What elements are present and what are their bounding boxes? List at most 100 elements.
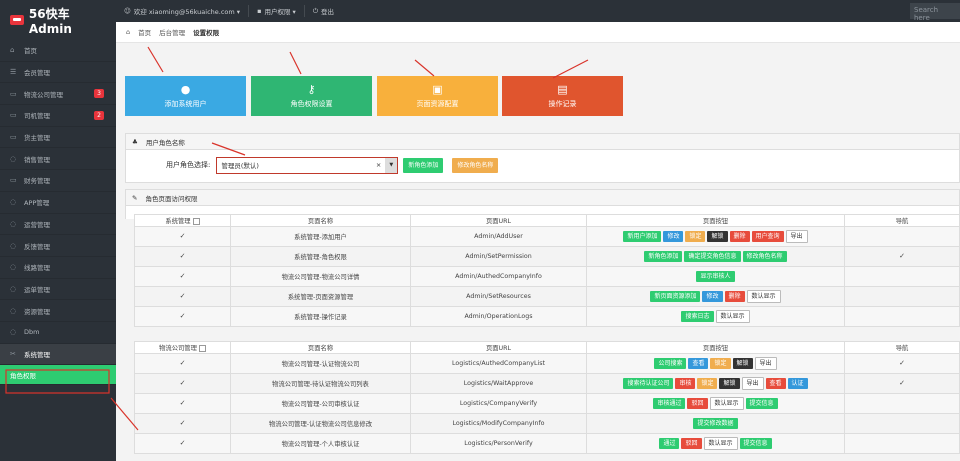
permission-button[interactable]: 驳回 — [687, 398, 708, 409]
checked-checkbox[interactable]: ✓ — [180, 233, 186, 240]
home-icon: ⌂ — [126, 28, 131, 36]
permission-button[interactable]: 修改 — [702, 291, 723, 302]
checked-checkbox[interactable]: ✓ — [180, 273, 186, 280]
sidebar-item[interactable]: ☰ 会员管理 — [0, 62, 116, 84]
permission-button[interactable]: 导出 — [741, 377, 764, 390]
permission-button[interactable]: 通过 — [659, 438, 680, 449]
sidebar-item[interactable]: ▭ 财务管理 — [0, 170, 116, 192]
logout-link[interactable]: ⏻ 登出 — [305, 6, 342, 17]
sidebar-item[interactable]: ◌ 线路管理 — [0, 257, 116, 279]
sidebar-item[interactable]: ◌ APP管理 — [0, 192, 116, 214]
permission-button[interactable]: 删除 — [729, 231, 750, 242]
page-url: Logistics/PersonVerify — [410, 433, 587, 454]
permission-table: 物流公司管理 页面名称 页面URL 页面按钮 导航 ✓ 物流公司管理-认证物流公司 Logis… — [134, 341, 960, 454]
waybill-icon: ◌ — [10, 284, 17, 293]
breadcrumb-item[interactable]: 首页 — [138, 27, 151, 37]
permission-button[interactable]: 搜索待认证公司 — [623, 378, 674, 389]
permission-button[interactable]: 修改 — [663, 231, 684, 242]
permission-button[interactable]: 锁定 — [685, 231, 706, 242]
permission-button[interactable]: 锁定 — [697, 378, 718, 389]
nav-checkbox[interactable]: ✓ — [899, 380, 905, 387]
checked-checkbox[interactable]: ✓ — [180, 400, 186, 407]
checked-checkbox[interactable]: ✓ — [180, 380, 186, 387]
permission-button[interactable]: 查看 — [688, 358, 709, 369]
sidebar-subitem-role-permission[interactable]: 角色权限 — [0, 365, 116, 386]
permission-button[interactable]: 提交信息 — [745, 398, 778, 409]
select-all-checkbox[interactable] — [192, 217, 200, 225]
permission-button[interactable]: 提交修改数据 — [693, 418, 738, 429]
role-select[interactable]: 管理员(默认) × ▼ — [216, 156, 399, 174]
feedback-icon: ◌ — [10, 241, 17, 250]
user-menu[interactable]: ☺ 欢迎 xiaoming@56kuaiche.com ▾ — [116, 6, 248, 16]
page-name: 系统管理-操作记录 — [230, 306, 411, 327]
checked-checkbox[interactable]: ✓ — [180, 440, 186, 447]
permission-button[interactable]: 查看 — [765, 378, 786, 389]
sidebar-item[interactable]: ◌ Dbm — [0, 322, 116, 344]
permission-button[interactable]: 显示审核人 — [696, 271, 735, 282]
permission-button[interactable]: 解锁 — [719, 378, 740, 389]
permission-button[interactable]: 解锁 — [732, 358, 753, 369]
nav-checkbox[interactable]: ✓ — [899, 253, 905, 260]
permission-button[interactable]: 解锁 — [707, 231, 728, 242]
permission-button[interactable]: 数认显示 — [715, 310, 750, 323]
select-all-checkbox[interactable] — [198, 344, 206, 352]
permission-button[interactable]: 驳回 — [681, 438, 702, 449]
checked-checkbox[interactable]: ✓ — [180, 420, 186, 427]
permission-button[interactable]: 公司搜索 — [654, 358, 687, 369]
rename-role-button[interactable]: 修改角色名称 — [452, 157, 499, 173]
sidebar-item[interactable]: ⌂ 首页 — [0, 40, 116, 62]
permission-button[interactable]: 新用户添加 — [623, 231, 662, 242]
tile-label: 操作记录 — [548, 100, 577, 108]
permission-button[interactable]: 新角色添加 — [644, 251, 683, 262]
permission-button[interactable]: 数认显示 — [703, 437, 738, 450]
sidebar-item[interactable]: ▭ 货主管理 — [0, 127, 116, 149]
permission-table: 系统管理 页面名称 页面URL 页面按钮 导航 ✓ 系统管理-添加用户 Admin/AddUs… — [134, 214, 960, 327]
permission-button[interactable]: 修改角色名称 — [742, 251, 787, 262]
chevron-down-icon[interactable]: ▼ — [385, 157, 398, 173]
checked-checkbox[interactable]: ✓ — [180, 253, 186, 260]
sidebar-item[interactable]: ▭ 司机管理 2 — [0, 105, 116, 127]
page-name: 系统管理-角色权限 — [230, 246, 411, 267]
tile-button[interactable]: ▣ 页面资源配置 — [377, 76, 498, 116]
nav-checkbox[interactable]: ✓ — [899, 360, 905, 367]
breadcrumb-item[interactable]: 后台管理 — [159, 27, 185, 37]
sidebar-item[interactable]: ▭ 物流公司管理 3 — [0, 83, 116, 106]
sidebar-item[interactable]: ◌ 资源管理 — [0, 300, 116, 322]
sidebar-item[interactable]: ◌ 运单管理 — [0, 279, 116, 301]
sidebar-item[interactable]: ✂ 系统管理 — [0, 343, 116, 366]
checked-checkbox[interactable]: ✓ — [180, 313, 186, 320]
tile-button[interactable]: ● 添加系统用户 — [125, 76, 246, 116]
search-input[interactable]: Search here — [910, 3, 960, 22]
car-logo-icon — [10, 15, 24, 25]
add-role-button[interactable]: 新角色添加 — [403, 157, 444, 173]
resource-icon: ◌ — [10, 306, 17, 315]
permission-button[interactable]: 用户查询 — [751, 231, 784, 242]
permission-button[interactable]: 数认显示 — [746, 290, 781, 303]
page-url: Admin/SetResources — [410, 286, 587, 307]
permission-button[interactable]: 提交信息 — [739, 438, 772, 449]
permission-button[interactable]: 审核 — [675, 378, 696, 389]
checked-checkbox[interactable]: ✓ — [180, 360, 186, 367]
brand-logo[interactable]: 56快车 Admin — [0, 0, 116, 40]
permission-button[interactable]: 认证 — [787, 378, 808, 389]
sidebar-item[interactable]: ◌ 运营管理 — [0, 214, 116, 236]
sales-icon: ◌ — [10, 154, 17, 163]
clear-icon[interactable]: × — [376, 161, 381, 169]
permission-button[interactable]: 删除 — [724, 291, 745, 302]
permission-button[interactable]: 新页面资源添加 — [650, 291, 701, 302]
permission-button[interactable]: 锁定 — [710, 358, 731, 369]
permission-button[interactable]: 导出 — [754, 357, 777, 370]
permission-button[interactable]: 数认显示 — [709, 397, 744, 410]
permission-button[interactable]: 审核通过 — [653, 398, 686, 409]
role-menu[interactable]: ▪ 用户权限 ▾ — [249, 6, 304, 16]
column-header: 页面名称 — [230, 214, 411, 227]
sidebar-item[interactable]: ◌ 销售管理 — [0, 148, 116, 171]
tile-button[interactable]: ⚷ 角色权限设置 — [251, 76, 372, 116]
tile-button[interactable]: ▤ 操作记录 — [502, 76, 623, 116]
permission-button[interactable]: 搜索日志 — [681, 311, 714, 322]
permission-button[interactable]: 导出 — [785, 230, 808, 243]
count-badge: 3 — [94, 89, 104, 99]
permission-button[interactable]: 确定提交角色信息 — [684, 251, 741, 262]
checked-checkbox[interactable]: ✓ — [180, 293, 186, 300]
sidebar-item[interactable]: ◌ 反馈管理 — [0, 235, 116, 257]
